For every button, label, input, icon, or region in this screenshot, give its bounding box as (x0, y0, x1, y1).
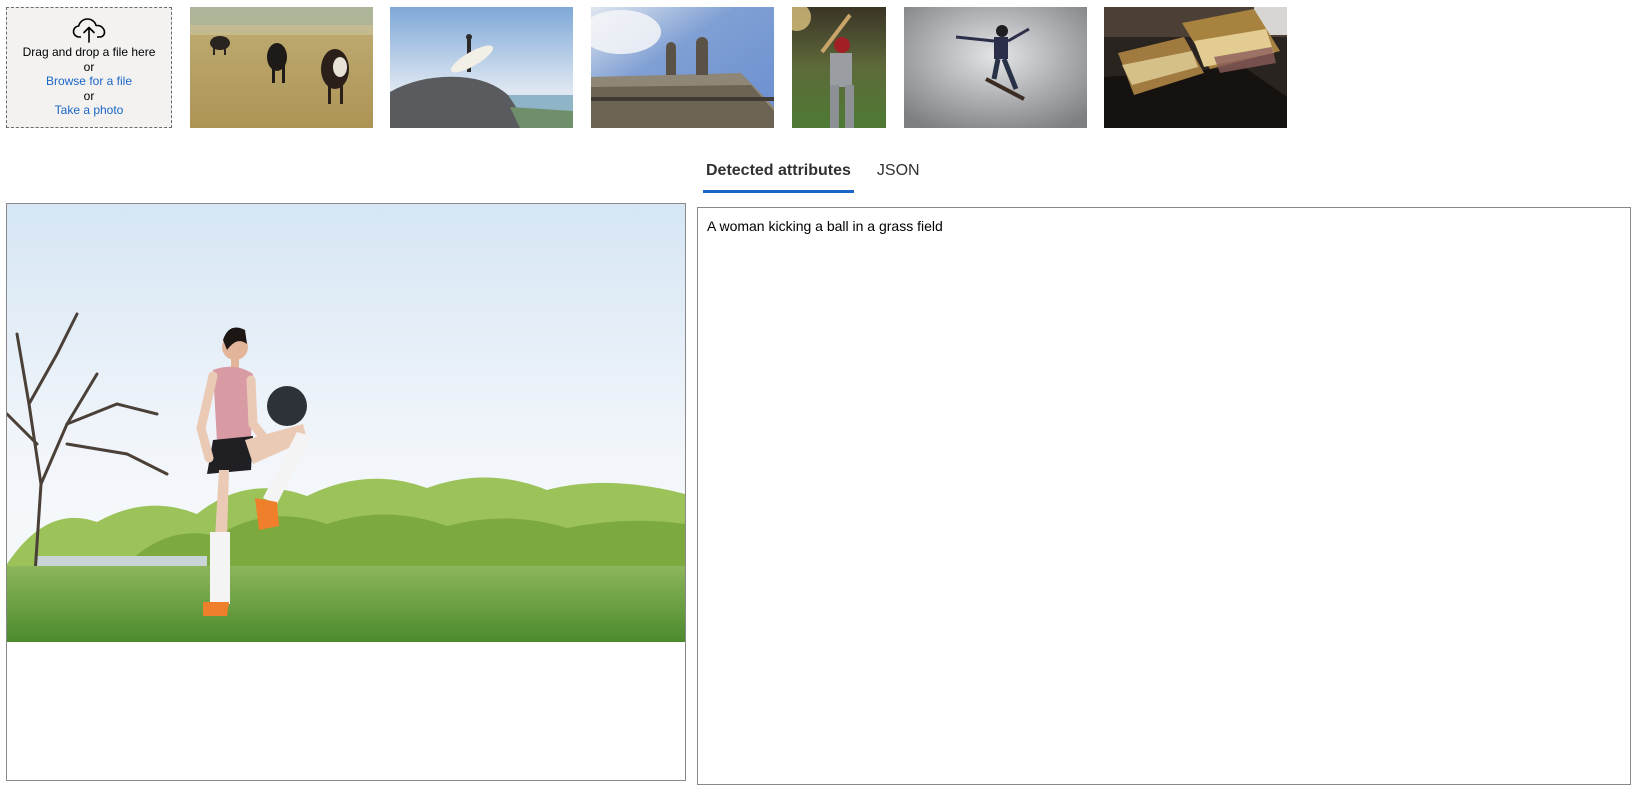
sandwich-image (1104, 7, 1287, 128)
drag-drop-text: Drag and drop a file here (22, 45, 156, 59)
or-separator: or (83, 59, 95, 74)
image-caption: A woman kicking a ball in a grass field (707, 218, 943, 234)
upload-dropzone[interactable]: Drag and drop a file here or Browse for … (6, 7, 172, 128)
analyzed-image (7, 204, 685, 642)
cows-image (190, 7, 373, 128)
sample-thumbnail-batter[interactable] (792, 7, 886, 128)
tab-json[interactable]: JSON (874, 158, 923, 190)
building-image (591, 7, 774, 128)
skater-image (904, 7, 1087, 128)
take-photo-link[interactable]: Take a photo (55, 103, 124, 118)
browse-file-link[interactable]: Browse for a file (46, 74, 132, 89)
analyzed-image-panel (6, 203, 686, 781)
sample-thumbnail-skater[interactable] (904, 7, 1087, 128)
detected-attributes-panel: A woman kicking a ball in a grass field (697, 207, 1631, 785)
result-tabs: Detected attributes JSON (703, 158, 943, 193)
sample-thumbnail-surfer[interactable] (390, 7, 573, 128)
batter-image (792, 7, 886, 128)
sample-thumbnail-cows[interactable] (190, 7, 373, 128)
cloud-upload-icon (72, 18, 106, 43)
sample-thumbnail-sandwich[interactable] (1104, 7, 1287, 128)
surfer-image (390, 7, 573, 128)
sample-thumbnail-building[interactable] (591, 7, 774, 128)
or-separator: or (83, 88, 95, 103)
tab-detected-attributes[interactable]: Detected attributes (703, 158, 854, 193)
